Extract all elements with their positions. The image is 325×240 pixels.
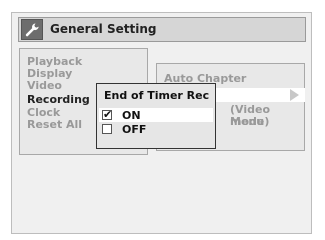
- page-title: General Setting: [50, 22, 157, 36]
- wrench-icon: [21, 19, 43, 40]
- option-label-on: ON: [122, 108, 141, 122]
- checkbox-on[interactable]: ✔: [102, 108, 113, 121]
- option-off[interactable]: OFF: [99, 122, 213, 136]
- header: General Setting: [12, 13, 311, 45]
- checkbox-off[interactable]: [102, 124, 112, 134]
- end-of-timer-rec-dialog: End of Timer Rec ✔ ON OFF: [96, 83, 216, 149]
- check-icon: ✔: [103, 108, 113, 121]
- submenu-item-menu[interactable]: Menu: [230, 116, 264, 128]
- settings-screen: General Setting Playback Display Video R…: [11, 12, 312, 234]
- option-on[interactable]: ✔ ON: [99, 108, 213, 122]
- dialog-title: End of Timer Rec: [104, 89, 210, 102]
- menu-item-recording[interactable]: Recording: [27, 94, 90, 106]
- menu-item-video[interactable]: Video: [27, 80, 62, 92]
- menu-item-reset-all[interactable]: Reset All: [27, 119, 82, 131]
- option-label-off: OFF: [122, 122, 147, 136]
- arrow-right-icon: [290, 89, 299, 101]
